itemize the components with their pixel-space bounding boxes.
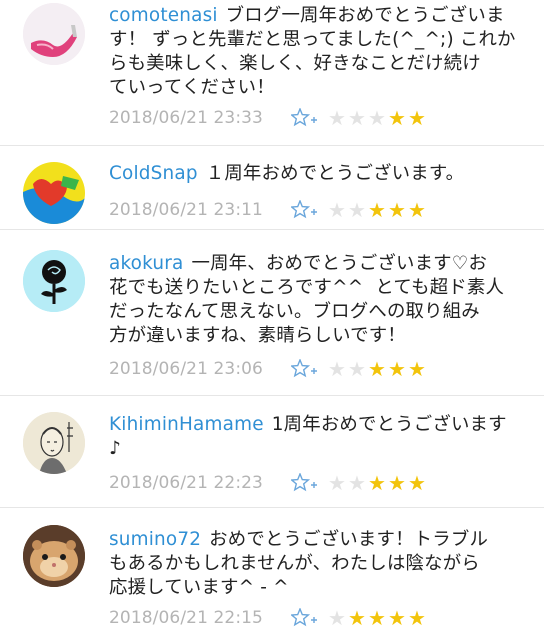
- star-empty-icon: ★: [328, 357, 346, 381]
- avatar[interactable]: [23, 3, 85, 65]
- star-filled-icon: ★: [368, 471, 386, 495]
- star-plus-icon: [291, 608, 317, 627]
- star-filled-icon: ★: [368, 606, 386, 630]
- star-filled-icon: ★: [388, 471, 406, 495]
- username-link[interactable]: ColdSnap: [109, 163, 198, 184]
- timestamp: 2018/06/21 23:06: [109, 359, 263, 379]
- add-star-button[interactable]: [291, 357, 321, 381]
- comment-item: comotenasi ブログ一周年おめでとうございま す！ ずっと先輩だと思ってま…: [0, 0, 544, 146]
- add-star-button[interactable]: [291, 471, 321, 495]
- star-filled-icon: ★: [408, 106, 426, 130]
- star-rating: ★ ★ ★ ★ ★: [327, 606, 427, 630]
- star-plus-icon: [291, 200, 317, 219]
- star-plus-icon: [291, 108, 317, 127]
- avatar[interactable]: [23, 525, 85, 587]
- star-filled-icon: ★: [348, 606, 366, 630]
- colorful-heart-avatar-icon: [23, 162, 85, 224]
- timestamp: 2018/06/21 22:15: [109, 608, 263, 628]
- timestamp: 2018/06/21 23:33: [109, 108, 263, 128]
- username-link[interactable]: sumino72: [109, 529, 201, 550]
- ukiyoe-portrait-avatar-icon: [23, 412, 85, 474]
- comment-body: comotenasi ブログ一周年おめでとうございま す！ ずっと先輩だと思ってま…: [109, 4, 529, 100]
- star-rating: ★ ★ ★ ★ ★: [327, 198, 427, 222]
- add-star-button[interactable]: [291, 106, 321, 130]
- star-rating: ★ ★ ★ ★ ★: [327, 106, 427, 130]
- star-empty-icon: ★: [328, 606, 346, 630]
- star-filled-icon: ★: [408, 471, 426, 495]
- comment-body: akokura 一周年、おめでとうございます♡お 花でも送りたいところです^^ と…: [109, 252, 529, 348]
- comment-meta: 2018/06/21 22:23 ★ ★ ★ ★ ★: [109, 471, 427, 495]
- star-filled-icon: ★: [408, 606, 426, 630]
- add-star-button[interactable]: [291, 606, 321, 630]
- star-empty-icon: ★: [348, 357, 366, 381]
- star-filled-icon: ★: [368, 357, 386, 381]
- star-plus-icon: [291, 473, 317, 492]
- star-empty-icon: ★: [328, 198, 346, 222]
- star-empty-icon: ★: [348, 106, 366, 130]
- username-link[interactable]: KihiminHamame: [109, 414, 264, 435]
- star-empty-icon: ★: [328, 106, 346, 130]
- username-link[interactable]: akokura: [109, 253, 184, 274]
- comment-meta: 2018/06/21 23:33 ★ ★ ★ ★ ★: [109, 106, 427, 130]
- star-plus-icon: [291, 359, 317, 378]
- hamster-avatar-icon: [23, 525, 85, 587]
- star-empty-icon: ★: [348, 198, 366, 222]
- star-filled-icon: ★: [408, 357, 426, 381]
- high-heel-shoe-avatar-icon: [23, 3, 85, 65]
- star-filled-icon: ★: [368, 198, 386, 222]
- star-empty-icon: ★: [328, 471, 346, 495]
- comment-body: ColdSnap １周年おめでとうございます。: [109, 162, 529, 186]
- avatar[interactable]: [23, 250, 85, 312]
- username-link[interactable]: comotenasi: [109, 5, 218, 26]
- star-empty-icon: ★: [368, 106, 386, 130]
- avatar[interactable]: [23, 162, 85, 224]
- avatar[interactable]: [23, 412, 85, 474]
- star-filled-icon: ★: [408, 198, 426, 222]
- star-filled-icon: ★: [388, 606, 406, 630]
- star-empty-icon: ★: [348, 471, 366, 495]
- comment-meta: 2018/06/21 23:06 ★ ★ ★ ★ ★: [109, 357, 427, 381]
- timestamp: 2018/06/21 22:23: [109, 473, 263, 493]
- star-rating: ★ ★ ★ ★ ★: [327, 357, 427, 381]
- comment-text: １周年おめでとうございます。: [205, 163, 465, 184]
- star-filled-icon: ★: [388, 198, 406, 222]
- comment-body: KihiminHamame 1周年おめでとうございます ♪: [109, 413, 529, 461]
- rose-avatar-icon: [23, 250, 85, 312]
- timestamp: 2018/06/21 23:11: [109, 200, 263, 220]
- comment-body: sumino72 おめでとうございます！トラブル もあるかもしれませんが、わたしは…: [109, 528, 529, 600]
- comment-meta: 2018/06/21 23:11 ★ ★ ★ ★ ★: [109, 198, 427, 222]
- add-star-button[interactable]: [291, 198, 321, 222]
- star-filled-icon: ★: [388, 357, 406, 381]
- star-rating: ★ ★ ★ ★ ★: [327, 471, 427, 495]
- star-filled-icon: ★: [388, 106, 406, 130]
- comment-meta: 2018/06/21 22:15 ★ ★ ★ ★ ★: [109, 606, 427, 630]
